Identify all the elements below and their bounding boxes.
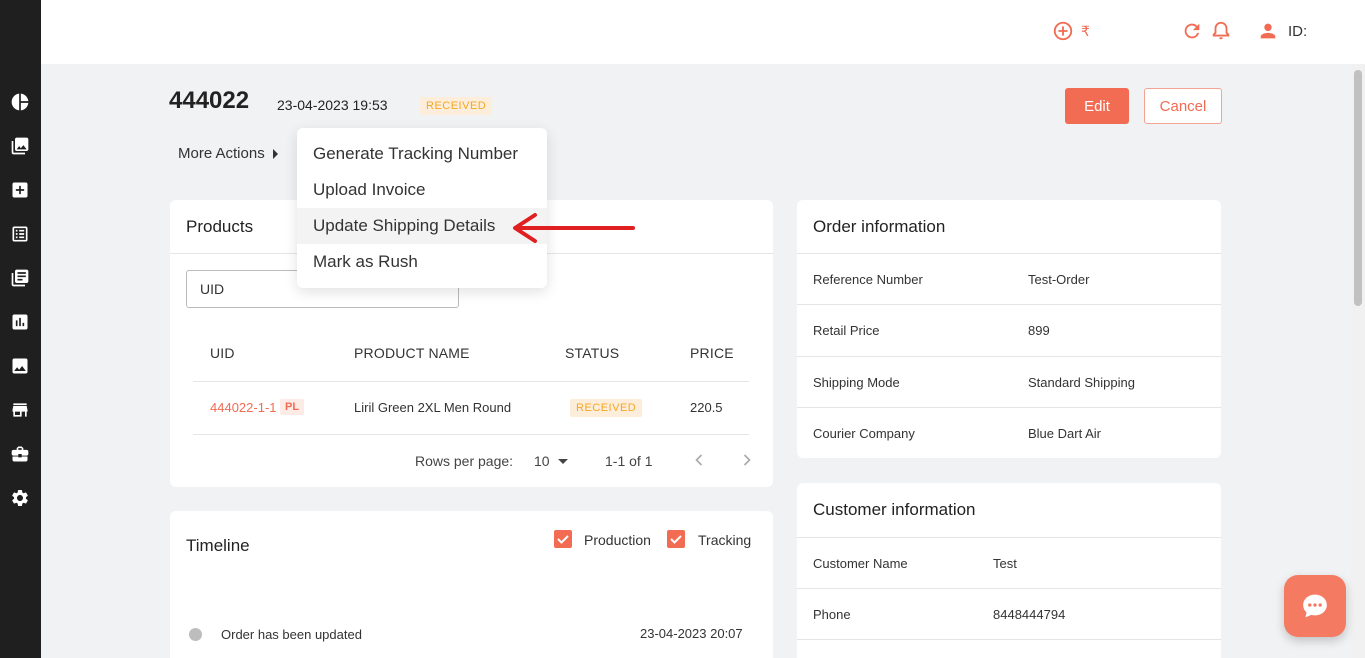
- column-header-product-name: PRODUCT NAME: [354, 345, 470, 361]
- info-label: Customer Name: [813, 556, 908, 571]
- info-label: Reference Number: [813, 272, 923, 287]
- edit-button[interactable]: Edit: [1065, 88, 1129, 124]
- menu-item-generate-tracking-number[interactable]: Generate Tracking Number: [297, 136, 547, 172]
- timeline-dot-icon: [189, 628, 202, 641]
- info-label: Courier Company: [813, 426, 915, 441]
- customer-information-card: Customer information Customer Name Test …: [797, 483, 1221, 658]
- info-value: Blue Dart Air: [1028, 426, 1101, 441]
- more-actions-button[interactable]: More Actions: [178, 145, 278, 162]
- cancel-button[interactable]: Cancel: [1144, 88, 1222, 124]
- menu-item-mark-as-rush[interactable]: Mark as Rush: [297, 244, 547, 280]
- orders-list-icon[interactable]: [9, 223, 31, 245]
- catalog-icon[interactable]: [9, 267, 31, 289]
- sidebar: [0, 0, 41, 658]
- product-tag-badge: PL: [280, 399, 305, 415]
- next-page-button[interactable]: [737, 450, 757, 470]
- timeline-event-date: 23-04-2023 20:07: [640, 626, 743, 641]
- add-icon[interactable]: [9, 179, 31, 201]
- chat-support-button[interactable]: [1284, 575, 1346, 637]
- order-id: 444022: [169, 87, 250, 114]
- add-funds-icon[interactable]: [1052, 20, 1076, 44]
- divider: [797, 407, 1221, 408]
- pagination-range: 1-1 of 1: [605, 453, 653, 469]
- user-icon[interactable]: [1257, 20, 1281, 44]
- customer-information-title: Customer information: [813, 500, 976, 519]
- production-checkbox[interactable]: [554, 530, 572, 548]
- divider: [797, 639, 1221, 640]
- order-information-title: Order information: [813, 217, 946, 236]
- info-label: Shipping Mode: [813, 375, 900, 390]
- gallery-icon[interactable]: [9, 135, 31, 157]
- rows-per-page-value: 10: [534, 453, 550, 469]
- menu-item-upload-invoice[interactable]: Upload Invoice: [297, 172, 547, 208]
- production-checkbox-label: Production: [584, 532, 651, 548]
- page-scrollbar[interactable]: [1351, 64, 1365, 658]
- order-status-badge: RECEIVED: [420, 97, 493, 115]
- divider: [797, 253, 1221, 254]
- divider: [797, 356, 1221, 357]
- notifications-icon[interactable]: [1210, 20, 1234, 44]
- info-value: Test: [993, 556, 1017, 571]
- product-price: 220.5: [690, 400, 723, 415]
- divider: [193, 381, 749, 382]
- order-information-card: Order information Reference Number Test-…: [797, 200, 1221, 458]
- store-icon[interactable]: [9, 399, 31, 421]
- scrollbar-thumb[interactable]: [1354, 70, 1362, 306]
- tracking-checkbox-label: Tracking: [698, 532, 752, 548]
- column-header-status: STATUS: [565, 345, 620, 361]
- media-icon[interactable]: [9, 355, 31, 377]
- analytics-icon[interactable]: [9, 311, 31, 333]
- refresh-icon[interactable]: [1181, 20, 1205, 44]
- chevron-down-icon: [557, 458, 568, 464]
- chat-bubble-icon: [1303, 594, 1327, 618]
- wallet-balance: ₹: [1081, 23, 1090, 39]
- rows-per-page-label: Rows per page:: [415, 453, 514, 469]
- divider: [797, 537, 1221, 538]
- more-actions-menu: Generate Tracking Number Upload Invoice …: [297, 128, 547, 288]
- divider: [193, 434, 749, 435]
- timeline-title: Timeline: [186, 536, 250, 555]
- user-id-label: ID:: [1288, 23, 1308, 40]
- products-title: Products: [186, 217, 254, 236]
- info-value: Test-Order: [1028, 272, 1090, 287]
- timeline-card: Timeline Production Tracking Order has b…: [170, 511, 773, 658]
- dashboard-icon[interactable]: [9, 91, 31, 113]
- previous-page-button[interactable]: [689, 450, 709, 470]
- divider: [797, 588, 1221, 589]
- timeline-event-text: Order has been updated: [221, 627, 362, 642]
- info-value: 8448444794: [993, 607, 1066, 622]
- annotation-arrow-icon: [513, 213, 635, 243]
- info-value: Standard Shipping: [1028, 375, 1135, 390]
- settings-icon[interactable]: [9, 487, 31, 509]
- caret-right-icon: [272, 148, 278, 159]
- product-status-badge: RECEIVED: [570, 399, 643, 417]
- column-header-uid: UID: [210, 345, 235, 361]
- divider: [797, 304, 1221, 305]
- product-uid-link[interactable]: 444022-1-1: [210, 400, 277, 415]
- column-header-price: PRICE: [690, 345, 734, 361]
- info-label: Phone: [813, 607, 851, 622]
- info-label: Retail Price: [813, 323, 880, 338]
- info-value: 899: [1028, 323, 1050, 338]
- more-actions-label: More Actions: [178, 145, 265, 162]
- order-datetime: 23-04-2023 19:53: [277, 97, 388, 113]
- product-name: Liril Green 2XL Men Round: [354, 400, 512, 415]
- top-bar: [41, 0, 1365, 64]
- briefcase-icon[interactable]: [9, 443, 31, 465]
- tracking-checkbox[interactable]: [667, 530, 685, 548]
- rows-per-page-select[interactable]: 10: [534, 453, 568, 469]
